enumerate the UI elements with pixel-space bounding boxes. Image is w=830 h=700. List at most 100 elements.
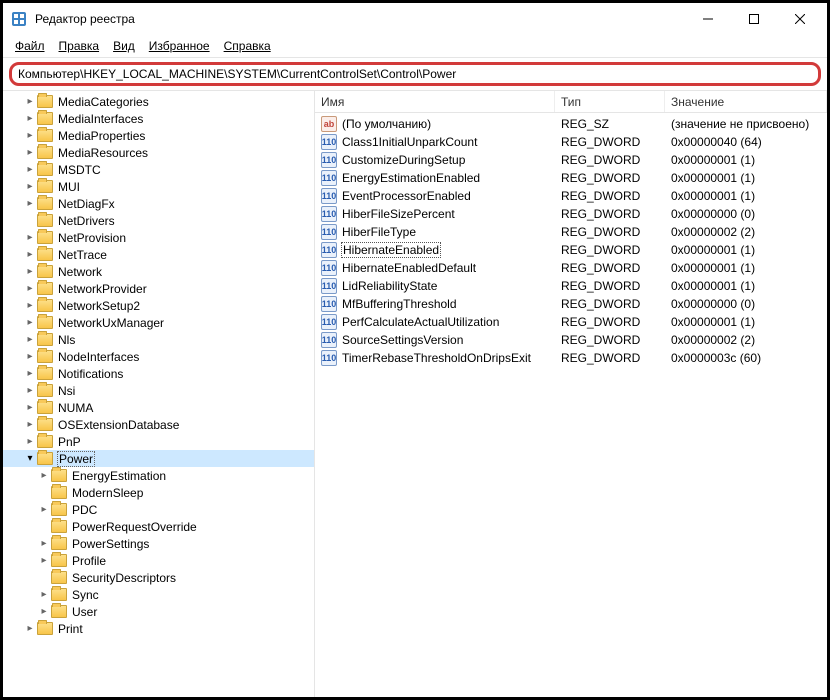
chevron-right-icon[interactable]: ▸ [37, 605, 51, 619]
menu-edit[interactable]: Правка [53, 37, 106, 55]
chevron-right-icon[interactable]: ▸ [23, 401, 37, 415]
tree-item[interactable]: ▸MSDTC [3, 161, 314, 178]
value-name: HibernateEnabledDefault [341, 261, 477, 275]
tree-item[interactable]: ModernSleep [3, 484, 314, 501]
chevron-right-icon[interactable]: ▸ [23, 350, 37, 364]
tree-item[interactable]: ▸ PowerSettings [3, 535, 314, 552]
tree-item[interactable]: ▸Nls [3, 331, 314, 348]
menu-help[interactable]: Справка [218, 37, 277, 55]
chevron-right-icon[interactable]: ▸ [23, 180, 37, 194]
value-row[interactable]: 110HiberFileTypeREG_DWORD0x00000002 (2) [315, 223, 827, 241]
chevron-right-icon[interactable]: ▸ [23, 95, 37, 109]
chevron-right-icon[interactable]: ▸ [23, 129, 37, 143]
tree-item[interactable]: ▸ MediaResources [3, 144, 314, 161]
menu-favorites[interactable]: Избранное [143, 37, 216, 55]
col-type[interactable]: Тип [555, 91, 665, 112]
chevron-right-icon[interactable]: ▸ [23, 146, 37, 160]
value-row[interactable]: 110HiberFileSizePercentREG_DWORD0x000000… [315, 205, 827, 223]
value-row[interactable]: 110SourceSettingsVersionREG_DWORD0x00000… [315, 331, 827, 349]
address-bar[interactable]: Компьютер\HKEY_LOCAL_MACHINE\SYSTEM\Curr… [9, 62, 821, 86]
tree-item[interactable]: ▸NetProvision [3, 229, 314, 246]
tree-item[interactable]: ▸PnP [3, 433, 314, 450]
value-row[interactable]: 110LidReliabilityStateREG_DWORD0x0000000… [315, 277, 827, 295]
tree-item[interactable]: ▸Nsi [3, 382, 314, 399]
tree-item[interactable]: ▸NUMA [3, 399, 314, 416]
value-data: 0x00000001 (1) [665, 153, 827, 167]
tree-item[interactable]: ▸EnergyEstimation [3, 467, 314, 484]
value-row[interactable]: 110HibernateEnabledREG_DWORD0x00000001 (… [315, 241, 827, 259]
minimize-button[interactable] [685, 4, 731, 34]
chevron-down-icon[interactable]: ▾ [23, 452, 37, 466]
value-name: HiberFileType [341, 225, 417, 239]
tree-item[interactable]: ▸NetworkUxManager [3, 314, 314, 331]
value-data: 0x00000001 (1) [665, 315, 827, 329]
chevron-right-icon[interactable]: ▸ [37, 469, 51, 483]
menu-view[interactable]: Вид [107, 37, 141, 55]
value-type: REG_DWORD [555, 351, 665, 365]
chevron-right-icon[interactable]: ▸ [23, 316, 37, 330]
value-row[interactable]: 110TimerRebaseThresholdOnDripsExitREG_DW… [315, 349, 827, 367]
value-row[interactable]: 110Class1InitialUnparkCountREG_DWORD0x00… [315, 133, 827, 151]
chevron-right-icon[interactable]: ▸ [37, 537, 51, 551]
tree-item[interactable]: ▸Network [3, 263, 314, 280]
chevron-right-icon[interactable]: ▸ [23, 248, 37, 262]
tree-item[interactable]: ▾Power [3, 450, 314, 467]
chevron-right-icon[interactable]: ▸ [23, 112, 37, 126]
tree-item[interactable]: ▸MediaProperties [3, 127, 314, 144]
chevron-right-icon[interactable]: ▸ [37, 554, 51, 568]
value-row[interactable]: 110PerfCalculateActualUtilizationREG_DWO… [315, 313, 827, 331]
value-row[interactable]: 110CustomizeDuringSetupREG_DWORD0x000000… [315, 151, 827, 169]
tree-item[interactable]: ▸NetDiagFx [3, 195, 314, 212]
chevron-right-icon[interactable]: ▸ [23, 265, 37, 279]
maximize-button[interactable] [731, 4, 777, 34]
chevron-right-icon[interactable]: ▸ [23, 231, 37, 245]
value-data: 0x00000001 (1) [665, 261, 827, 275]
tree-item[interactable]: ▸Sync [3, 586, 314, 603]
tree-item[interactable]: ▸MUI [3, 178, 314, 195]
tree-item[interactable]: PowerRequestOverride [3, 518, 314, 535]
tree-item-label: NetTrace [57, 248, 108, 262]
tree-pane[interactable]: ▸MediaCategories▸MediaInterfaces▸MediaPr… [3, 91, 315, 697]
chevron-right-icon[interactable]: ▸ [23, 418, 37, 432]
tree-item[interactable]: NetDrivers [3, 212, 314, 229]
chevron-right-icon[interactable]: ▸ [23, 163, 37, 177]
chevron-right-icon[interactable]: ▸ [23, 299, 37, 313]
chevron-right-icon[interactable]: ▸ [23, 282, 37, 296]
chevron-right-icon[interactable]: ▸ [37, 503, 51, 517]
chevron-right-icon[interactable]: ▸ [23, 367, 37, 381]
tree-item[interactable]: ▸User [3, 603, 314, 620]
chevron-right-icon[interactable]: ▸ [23, 622, 37, 636]
tree-item[interactable]: ▸Notifications [3, 365, 314, 382]
col-name[interactable]: Имя [315, 91, 555, 112]
tree-item[interactable]: ▸OSExtensionDatabase [3, 416, 314, 433]
folder-icon [37, 418, 53, 431]
tree-item-label: MediaResources [57, 146, 149, 160]
menu-file[interactable]: Файл [9, 37, 51, 55]
binary-value-icon: 110 [321, 242, 337, 258]
chevron-right-icon[interactable]: ▸ [23, 384, 37, 398]
tree-item[interactable]: ▸Profile [3, 552, 314, 569]
value-row[interactable]: 110EnergyEstimationEnabledREG_DWORD0x000… [315, 169, 827, 187]
col-value[interactable]: Значение [665, 91, 827, 112]
tree-item-label: NodeInterfaces [57, 350, 140, 364]
tree-item[interactable]: SecurityDescriptors [3, 569, 314, 586]
value-row[interactable]: 110MfBufferingThresholdREG_DWORD0x000000… [315, 295, 827, 313]
tree-item[interactable]: ▸ NetTrace [3, 246, 314, 263]
tree-item[interactable]: ▸ NodeInterfaces [3, 348, 314, 365]
chevron-right-icon[interactable]: ▸ [23, 435, 37, 449]
tree-item[interactable]: ▸NetworkSetup2 [3, 297, 314, 314]
tree-item[interactable]: ▸PDC [3, 501, 314, 518]
tree-item[interactable]: ▸Print [3, 620, 314, 637]
chevron-right-icon[interactable]: ▸ [37, 588, 51, 602]
binary-value-icon: 110 [321, 152, 337, 168]
value-row[interactable]: 110EventProcessorEnabledREG_DWORD0x00000… [315, 187, 827, 205]
chevron-right-icon[interactable]: ▸ [23, 197, 37, 211]
value-row[interactable]: 110HibernateEnabledDefaultREG_DWORD0x000… [315, 259, 827, 277]
tree-item-label: PowerSettings [71, 537, 150, 551]
tree-item[interactable]: ▸NetworkProvider [3, 280, 314, 297]
tree-item[interactable]: ▸MediaCategories [3, 93, 314, 110]
chevron-right-icon[interactable]: ▸ [23, 333, 37, 347]
value-row[interactable]: ab(По умолчанию)REG_SZ(значение не присв… [315, 115, 827, 133]
tree-item[interactable]: ▸MediaInterfaces [3, 110, 314, 127]
close-button[interactable] [777, 4, 823, 34]
